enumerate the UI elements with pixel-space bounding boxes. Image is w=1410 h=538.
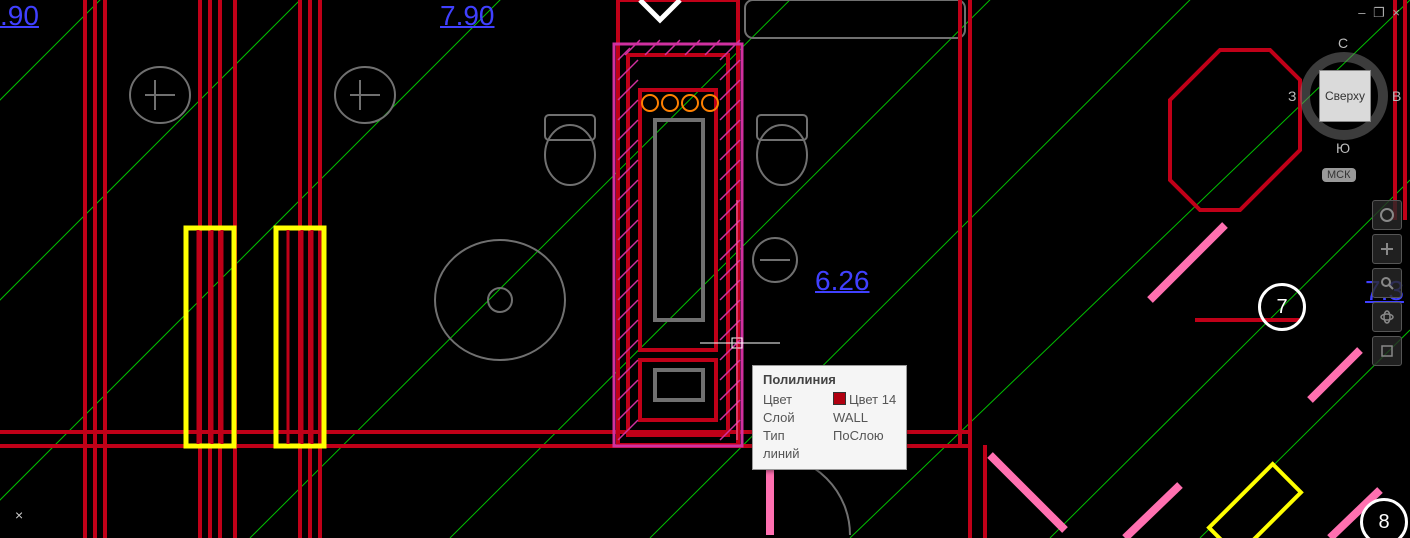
tooltip-linetype-label: Тип линий [763,427,823,463]
room-label: 7 [1258,283,1306,331]
viewport-window-controls: – ❐ × [1356,5,1402,21]
viewcube-west[interactable]: З [1288,88,1296,104]
close-button[interactable]: × [1392,5,1400,20]
nav-more-button[interactable] [1372,336,1402,366]
wcs-badge[interactable]: МСК [1322,168,1356,182]
viewcube-north[interactable]: С [1338,35,1348,51]
zoom-button[interactable] [1372,268,1402,298]
tooltip-title: Полилиния [763,372,896,387]
dimension-text: 6.26 [815,265,870,297]
color-swatch-icon [833,392,846,405]
minimize-button[interactable]: – [1358,5,1365,20]
viewcube-east[interactable]: В [1392,88,1401,104]
tooltip-layer-value: WALL [833,409,868,427]
hover-tooltip: Полилиния Цвет Цвет 14 Слой WALL Тип лин… [752,365,907,470]
viewcube-south[interactable]: Ю [1336,140,1350,156]
restore-button[interactable]: ❐ [1373,5,1385,20]
dimension-text: 7.90 [440,0,495,32]
tooltip-layer-label: Слой [763,409,823,427]
tooltip-color-label: Цвет [763,391,823,409]
drawing-canvas[interactable]: .90 7.90 6.26 7.3 7 8 Полилиния Цвет Цве… [0,0,1410,538]
viewcube-face-top[interactable]: Сверху [1319,70,1371,122]
pan-button[interactable] [1372,234,1402,264]
corner-close-button[interactable]: × [15,507,23,523]
viewcube[interactable]: Сверху С Ю В З МСК [1270,20,1390,140]
dimension-text: .90 [0,0,39,32]
orbit-button[interactable] [1372,302,1402,332]
room-label: 8 [1360,498,1408,538]
navigation-bar [1372,200,1402,366]
nav-wheel-button[interactable] [1372,200,1402,230]
tooltip-linetype-value: ПоСлою [833,427,884,463]
tooltip-color-value: Цвет 14 [833,391,896,409]
